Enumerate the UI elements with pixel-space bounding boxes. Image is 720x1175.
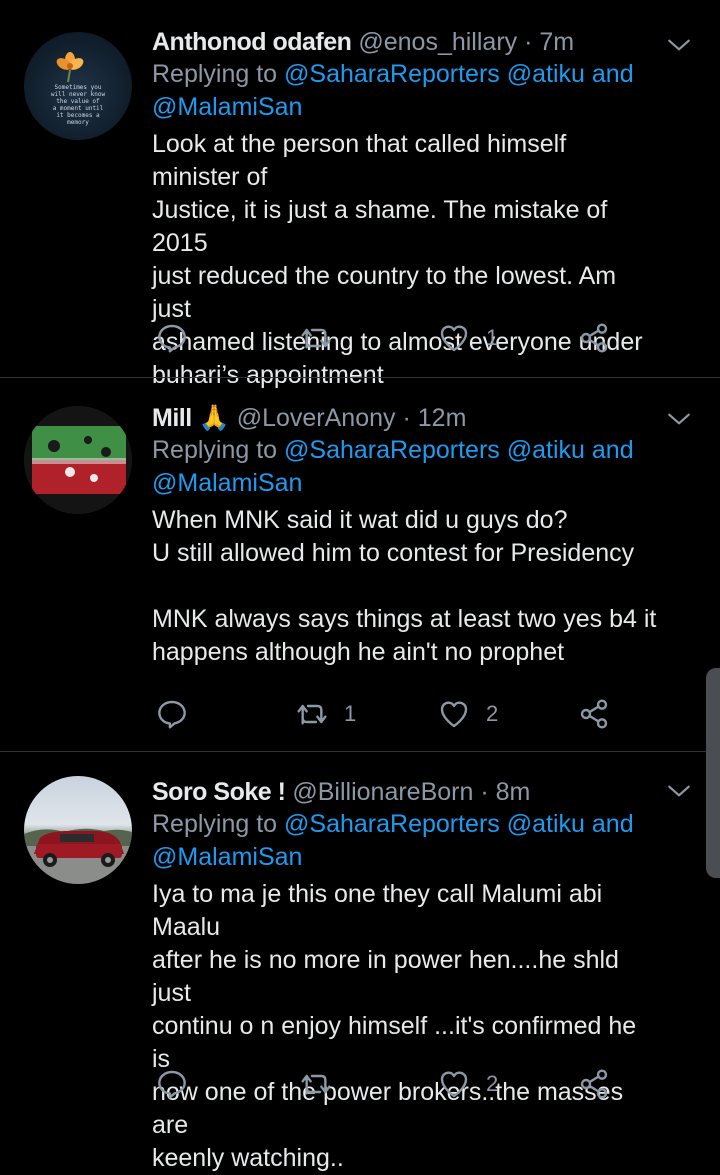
share-icon bbox=[580, 323, 608, 353]
display-name[interactable]: Soro Soke ! bbox=[152, 778, 286, 806]
mention-link[interactable]: @SaharaReporters bbox=[284, 60, 500, 88]
avatar-quote: Sometimes you will never know the value … bbox=[50, 84, 106, 126]
replying-prefix: Replying to bbox=[152, 810, 285, 838]
retweet-count: 1 bbox=[344, 701, 357, 726]
and-text: and bbox=[591, 60, 634, 88]
tweet-actions: 1 bbox=[152, 318, 632, 358]
chevron-down-icon[interactable] bbox=[666, 406, 692, 432]
mention-link[interactable]: @atiku bbox=[507, 810, 585, 838]
timestamp[interactable]: 7m bbox=[539, 28, 574, 56]
timestamp[interactable]: 12m bbox=[418, 404, 467, 432]
tweet-actions: 2 bbox=[152, 1064, 632, 1104]
car-avatar-image bbox=[24, 828, 132, 884]
like-count: 1 bbox=[486, 325, 499, 350]
like-button[interactable]: 2 bbox=[438, 694, 498, 734]
avatar[interactable] bbox=[24, 406, 132, 514]
and-text: and bbox=[591, 810, 634, 838]
mention-link[interactable]: @SaharaReporters bbox=[284, 810, 500, 838]
avatar[interactable] bbox=[24, 776, 132, 884]
retweet-icon bbox=[301, 328, 331, 349]
reply-button[interactable] bbox=[156, 318, 188, 358]
display-name[interactable]: Mill bbox=[152, 404, 192, 432]
share-button[interactable] bbox=[578, 694, 610, 734]
retweet-button[interactable] bbox=[300, 1064, 348, 1104]
tweet-text: When MNK said it wat did u guys do? U st… bbox=[152, 506, 657, 666]
flag-avatar-image bbox=[24, 406, 132, 514]
share-button[interactable] bbox=[578, 318, 610, 358]
like-count: 2 bbox=[486, 1071, 499, 1096]
share-icon bbox=[580, 699, 608, 729]
tweet-3[interactable]: Soro Soke ! @BillionareBorn · 8m Replyin… bbox=[0, 752, 720, 1172]
heart-icon bbox=[440, 325, 468, 352]
reply-icon bbox=[158, 324, 186, 353]
separator-dot: · bbox=[524, 28, 533, 56]
user-handle[interactable]: @LoverAnony bbox=[237, 404, 396, 432]
tweet-1[interactable]: Sometimes you will never know the value … bbox=[0, 0, 720, 389]
share-button[interactable] bbox=[578, 1064, 610, 1104]
mention-link[interactable]: @atiku bbox=[507, 60, 585, 88]
heart-icon bbox=[440, 701, 468, 728]
chevron-down-icon[interactable] bbox=[666, 32, 692, 58]
scrollbar-thumb[interactable] bbox=[706, 668, 720, 878]
replying-to: Replying to @SaharaReporters @atiku and @… bbox=[152, 808, 660, 874]
timestamp[interactable]: 8m bbox=[496, 778, 531, 806]
like-count: 2 bbox=[486, 701, 499, 726]
tweet-actions: 1 2 bbox=[152, 694, 632, 734]
user-handle[interactable]: @BillionareBorn bbox=[292, 778, 473, 806]
mention-link[interactable]: @MalamiSan bbox=[152, 843, 302, 871]
tweet-2[interactable]: Mill 🙏 @LoverAnony · 12m Replying to @Sa… bbox=[0, 378, 720, 752]
retweet-icon bbox=[297, 704, 327, 725]
reply-button[interactable] bbox=[156, 1064, 188, 1104]
avatar[interactable]: Sometimes you will never know the value … bbox=[24, 32, 132, 140]
tweet-text: Iya to ma je this one they call Malumi a… bbox=[152, 880, 637, 1172]
like-button[interactable]: 2 bbox=[438, 1064, 498, 1104]
chevron-down-icon[interactable] bbox=[666, 778, 692, 804]
mention-link[interactable]: @MalamiSan bbox=[152, 93, 302, 121]
reply-button[interactable] bbox=[156, 694, 188, 734]
replying-to: Replying to @SaharaReporters @atiku and @… bbox=[152, 58, 660, 124]
like-button[interactable]: 1 bbox=[438, 318, 498, 358]
display-name[interactable]: Anthonod odafen bbox=[152, 28, 352, 56]
separator-dot: · bbox=[402, 404, 411, 432]
share-icon bbox=[580, 1069, 608, 1099]
replying-prefix: Replying to bbox=[152, 436, 285, 464]
retweet-button[interactable] bbox=[300, 318, 348, 358]
retweet-button[interactable]: 1 bbox=[296, 694, 356, 734]
reply-icon bbox=[158, 1070, 186, 1099]
user-handle[interactable]: @enos_hillary bbox=[358, 28, 517, 56]
separator-dot: · bbox=[480, 778, 489, 806]
retweet-icon bbox=[301, 1074, 331, 1095]
mention-link[interactable]: @MalamiSan bbox=[152, 469, 302, 497]
replying-to: Replying to @SaharaReporters @atiku and @… bbox=[152, 434, 660, 500]
reply-icon bbox=[158, 700, 186, 729]
and-text: and bbox=[591, 436, 634, 464]
heart-icon bbox=[440, 1071, 468, 1098]
replying-prefix: Replying to bbox=[152, 60, 285, 88]
mention-link[interactable]: @atiku bbox=[507, 436, 585, 464]
mention-link[interactable]: @SaharaReporters bbox=[284, 436, 500, 464]
pray-emoji: 🙏 bbox=[198, 404, 230, 432]
